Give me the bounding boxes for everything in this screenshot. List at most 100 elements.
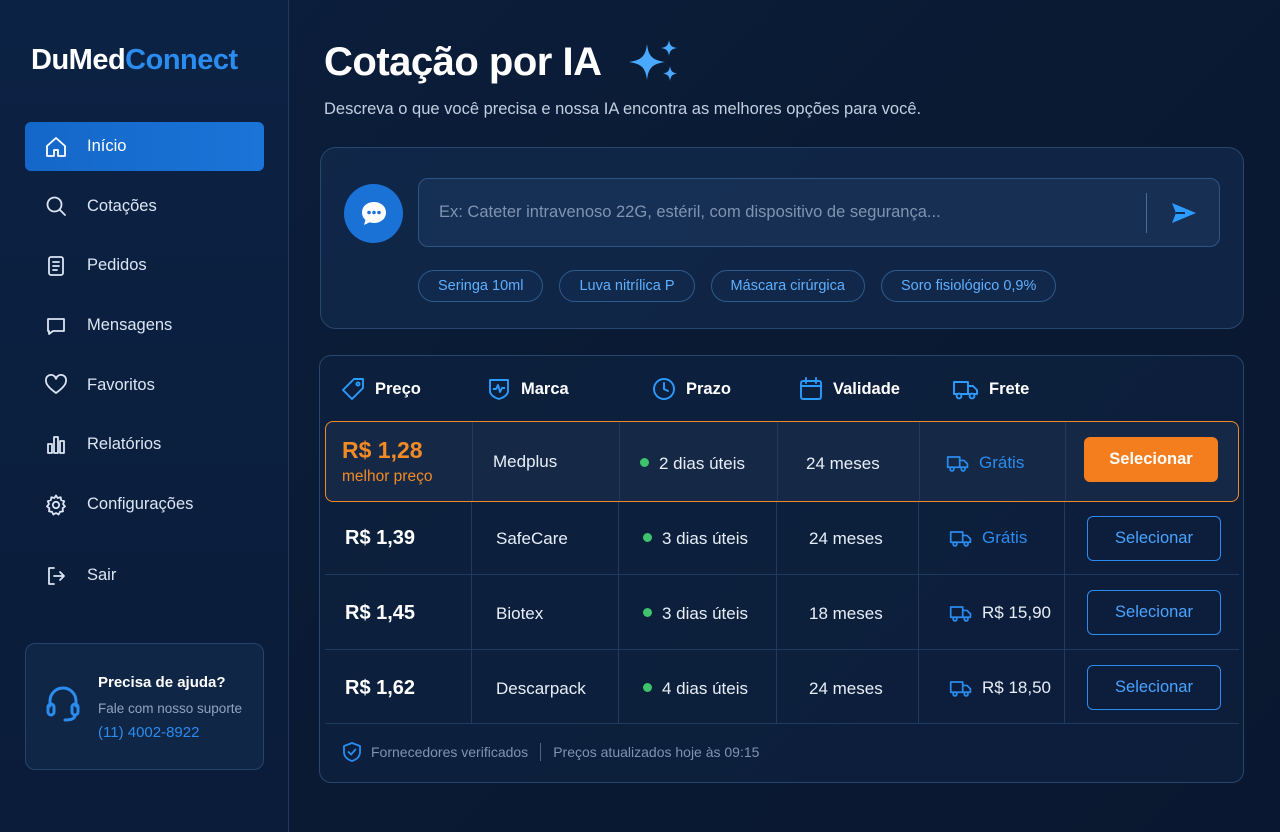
freight-value: R$ 18,50 [949,678,1051,698]
column-header-freight[interactable]: Frete [952,376,1029,402]
truck-icon [946,453,970,473]
term-text: 4 dias úteis [662,679,748,698]
table-row[interactable]: R$ 1,45 Biotex 3 dias úteis 18 meses R$ … [325,575,1239,650]
sidebar-item-label: Pedidos [87,256,147,275]
term-value: 3 dias úteis [643,529,748,549]
sidebar: DuMedConnect Início Cotações Pedidos Men… [0,0,289,832]
sidebar-item-label: Relatórios [87,435,162,454]
sidebar-item-cotacoes[interactable]: Cotações [25,182,264,231]
term-text: 3 dias úteis [662,529,748,548]
home-icon [43,134,69,160]
tag-icon [340,376,366,402]
validity-value: 24 meses [809,529,883,548]
freight-text: Grátis [982,528,1028,547]
headset-icon [45,684,81,729]
quote-results-table: Preço Marca Prazo Validade Frete R$ 1,28… [319,355,1244,783]
suggestion-chips: Seringa 10ml Luva nitrílica P Máscara ci… [418,270,1057,302]
input-divider [1146,193,1147,233]
freight-text: R$ 18,50 [982,678,1051,697]
brand-value: Biotex [496,604,544,623]
brand-value: SafeCare [496,529,568,548]
sidebar-item-label: Configurações [87,495,194,514]
column-header-term[interactable]: Prazo [651,376,731,402]
gear-icon [43,492,69,518]
truck-icon [949,603,973,623]
column-header-label: Frete [989,379,1030,398]
validity-value: 24 meses [806,454,880,473]
ai-query-input[interactable] [439,179,1139,246]
help-phone-link[interactable]: (11) 4002-8922 [98,724,199,741]
column-header-label: Validade [833,379,900,398]
sidebar-item-label: Início [87,137,127,155]
ai-chat-icon [344,184,403,243]
status-dot [640,458,649,468]
column-header-brand[interactable]: Marca [486,376,569,402]
sidebar-item-inicio[interactable]: Início [25,122,264,171]
verified-suppliers-text: Fornecedores verificados [371,744,529,760]
select-button[interactable]: Selecionar [1087,590,1221,635]
logout-icon [43,563,69,589]
freight-value: Grátis [946,453,1024,473]
freight-text: R$ 15,90 [982,603,1051,622]
sidebar-item-favoritos[interactable]: Favoritos [25,361,264,410]
price-value: R$ 1,45 [345,602,416,624]
truck-icon [952,376,980,402]
column-header-label: Preço [375,379,421,398]
price-value: R$ 1,39 [345,527,416,549]
help-card: Precisa de ajuda? Fale com nosso suporte… [25,643,264,770]
clock-icon [651,376,677,402]
column-header-price[interactable]: Preço [340,376,421,402]
shield-pulse-icon [486,376,512,402]
sidebar-item-label: Favoritos [87,375,155,394]
logout-label: Sair [87,566,117,585]
validity-value: 18 meses [809,604,883,623]
select-button[interactable]: Selecionar [1087,516,1221,561]
sidebar-item-mensagens[interactable]: Mensagens [25,301,264,350]
send-icon [1172,203,1196,223]
price-value: R$ 1,62 [345,677,416,699]
sidebar-item-pedidos[interactable]: Pedidos [25,241,264,290]
best-price-label: melhor preço [342,468,433,485]
suggestion-chip[interactable]: Soro fisiológico 0,9% [880,270,1057,302]
ai-query-card: Seringa 10ml Luva nitrílica P Máscara ci… [320,147,1244,329]
freight-text: Grátis [979,453,1025,472]
suggestion-chip[interactable]: Máscara cirúrgica [710,270,865,302]
select-button[interactable]: Selecionar [1087,665,1221,710]
help-subtitle: Fale com nosso suporte [98,701,243,716]
column-header-label: Marca [521,379,569,398]
freight-value: Grátis [949,528,1027,548]
calendar-icon [798,376,824,402]
suggestion-chip[interactable]: Luva nitrílica P [559,270,695,302]
brand-logo[interactable]: DuMedConnect [31,44,238,77]
updated-time-text: Preços atualizados hoje às 09:15 [553,744,760,760]
help-title: Precisa de ajuda? [98,674,226,691]
brand-value: Descarpack [496,679,586,698]
bar-chart-icon [43,432,69,458]
heart-icon [43,372,69,398]
ai-query-field [418,178,1220,247]
sidebar-nav: Início Cotações Pedidos Mensagens Favori… [25,122,264,611]
sidebar-item-label: Mensagens [87,316,173,335]
table-header: Preço Marca Prazo Validade Frete [320,356,1243,421]
send-button[interactable] [1166,197,1202,229]
search-icon [43,193,69,219]
sidebar-item-configuracoes[interactable]: Configurações [25,480,264,529]
suggestion-chip[interactable]: Seringa 10ml [418,270,544,302]
table-row[interactable]: R$ 1,62 Descarpack 4 dias úteis 24 meses… [325,650,1239,724]
sidebar-item-relatorios[interactable]: Relatórios [25,420,264,469]
price-value: R$ 1,28 [342,437,423,463]
logout-button[interactable]: Sair [25,551,264,600]
term-value: 2 dias úteis [640,454,745,474]
term-text: 2 dias úteis [659,454,745,473]
validity-value: 24 meses [809,679,883,698]
document-icon [43,253,69,279]
shield-check-icon [342,741,362,763]
column-header-validity[interactable]: Validade [798,376,900,402]
column-header-label: Prazo [686,379,731,398]
table-row[interactable]: R$ 1,39 SafeCare 3 dias úteis 24 meses G… [325,502,1239,575]
truck-icon [949,528,973,548]
brand-part2: Connect [125,44,238,76]
table-row[interactable]: R$ 1,28 melhor preço Medplus 2 dias útei… [325,421,1239,502]
select-button[interactable]: Selecionar [1084,437,1218,482]
status-dot [643,608,652,618]
